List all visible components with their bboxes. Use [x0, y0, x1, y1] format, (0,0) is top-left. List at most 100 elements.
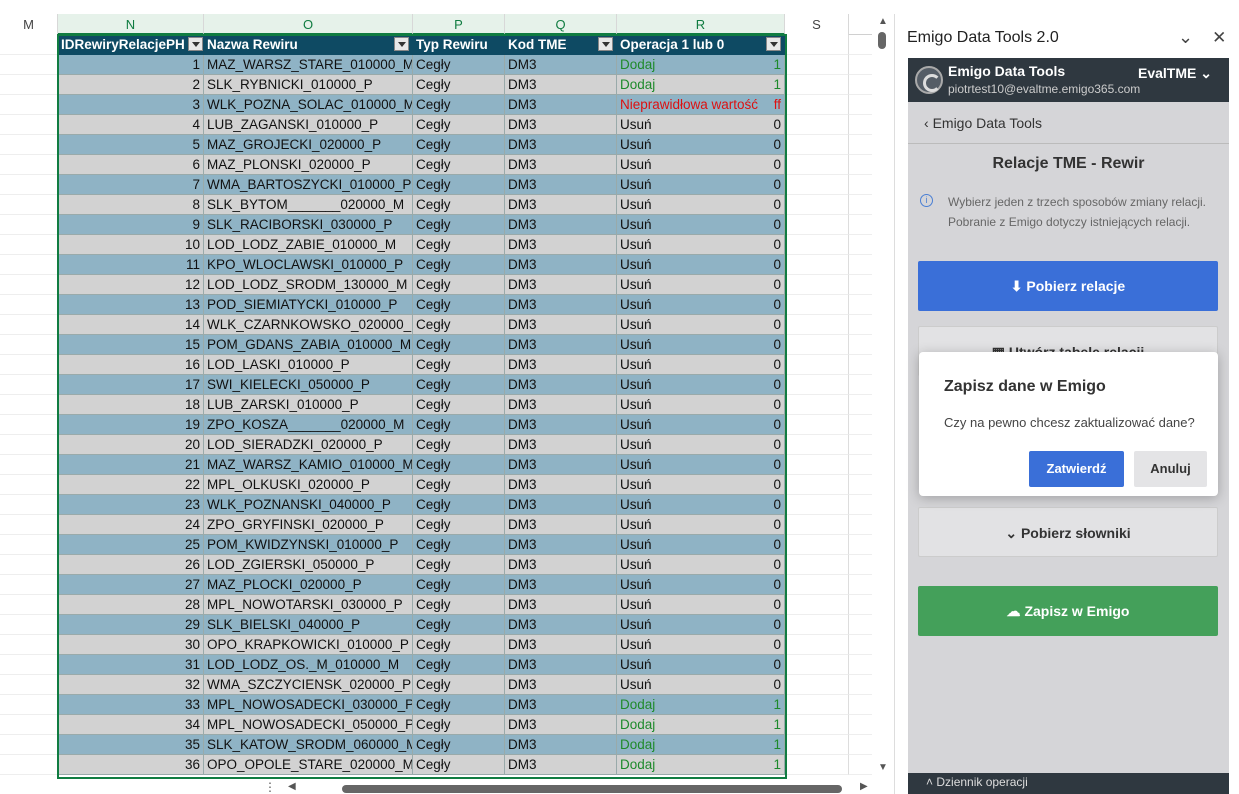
table-cell-operation[interactable]: Usuń 0 — [617, 395, 785, 415]
table-cell[interactable]: MAZ_WARSZ_KAMIO_010000_M — [204, 455, 413, 475]
empty-cell[interactable] — [0, 655, 58, 675]
table-cell[interactable]: DM3 — [505, 355, 617, 375]
empty-cell[interactable] — [0, 95, 58, 115]
empty-cell[interactable] — [849, 755, 872, 775]
empty-cell[interactable] — [0, 195, 58, 215]
save-to-emigo-button[interactable]: ☁ Zapisz w Emigo — [918, 586, 1218, 636]
table-cell[interactable]: Cegły — [413, 195, 505, 215]
column-header-r[interactable]: R — [617, 14, 785, 35]
table-cell[interactable]: DM3 — [505, 115, 617, 135]
table-cell[interactable]: POD_SIEMIATYCKI_010000_P — [204, 295, 413, 315]
table-cell-operation[interactable]: Usuń 0 — [617, 535, 785, 555]
empty-cell[interactable] — [0, 175, 58, 195]
table-cell-operation[interactable]: Usuń 0 — [617, 575, 785, 595]
table-cell[interactable]: DM3 — [505, 55, 617, 75]
table-cell[interactable]: Cegły — [413, 735, 505, 755]
vertical-scrollbar[interactable]: ▲ ▼ — [872, 14, 894, 779]
table-cell[interactable]: DM3 — [505, 155, 617, 175]
table-cell[interactable]: DM3 — [505, 615, 617, 635]
table-cell[interactable]: 21 — [58, 455, 204, 475]
table-cell[interactable]: 12 — [58, 275, 204, 295]
table-cell-operation[interactable]: Usuń 0 — [617, 415, 785, 435]
table-cell[interactable]: SLK_RYBNICKI_010000_P — [204, 75, 413, 95]
table-cell[interactable]: 7 — [58, 175, 204, 195]
table-cell[interactable]: 36 — [58, 755, 204, 775]
empty-cell[interactable] — [0, 375, 58, 395]
table-cell[interactable]: Cegły — [413, 615, 505, 635]
table-cell[interactable]: Cegły — [413, 335, 505, 355]
empty-cell[interactable] — [849, 115, 872, 135]
table-cell[interactable]: WMA_SZCZYCIENSK_020000_P — [204, 675, 413, 695]
empty-cell[interactable] — [0, 75, 58, 95]
empty-cell[interactable] — [849, 335, 872, 355]
filter-dropdown-icon[interactable] — [188, 37, 203, 51]
empty-cell[interactable] — [785, 535, 849, 555]
header-cell[interactable]: Operacja 1 lub 0 — [617, 35, 785, 55]
empty-cell[interactable] — [0, 395, 58, 415]
empty-cell[interactable] — [0, 35, 58, 55]
cancel-button[interactable]: Anuluj — [1134, 451, 1207, 487]
table-cell[interactable]: 32 — [58, 675, 204, 695]
table-cell[interactable]: WLK_POZNANSKI_040000_P — [204, 495, 413, 515]
empty-cell[interactable] — [785, 755, 849, 775]
table-cell[interactable]: 3 — [58, 95, 204, 115]
empty-cell[interactable] — [785, 355, 849, 375]
split-handle-icon[interactable]: ⋮ — [264, 780, 276, 794]
table-cell[interactable]: 15 — [58, 335, 204, 355]
table-cell-operation[interactable]: Usuń 0 — [617, 435, 785, 455]
empty-cell[interactable] — [849, 35, 872, 55]
table-cell[interactable]: Cegły — [413, 495, 505, 515]
empty-cell[interactable] — [849, 355, 872, 375]
empty-cell[interactable] — [785, 395, 849, 415]
table-cell[interactable]: 25 — [58, 535, 204, 555]
empty-cell[interactable] — [785, 335, 849, 355]
empty-cell[interactable] — [849, 295, 872, 315]
table-cell[interactable]: OPO_OPOLE_STARE_020000_M — [204, 755, 413, 775]
table-cell[interactable]: DM3 — [505, 755, 617, 775]
table-cell[interactable]: Cegły — [413, 315, 505, 335]
empty-cell[interactable] — [785, 555, 849, 575]
table-cell-operation[interactable]: Usuń 0 — [617, 315, 785, 335]
table-cell[interactable]: DM3 — [505, 495, 617, 515]
empty-cell[interactable] — [849, 135, 872, 155]
empty-cell[interactable] — [849, 515, 872, 535]
table-cell[interactable]: Cegły — [413, 695, 505, 715]
table-cell[interactable]: LOD_LODZ_ZABIE_010000_M — [204, 235, 413, 255]
empty-cell[interactable] — [849, 435, 872, 455]
empty-cell[interactable] — [849, 175, 872, 195]
empty-cell[interactable] — [849, 555, 872, 575]
empty-cell[interactable] — [785, 195, 849, 215]
empty-cell[interactable] — [0, 475, 58, 495]
empty-cell[interactable] — [785, 615, 849, 635]
table-cell[interactable]: DM3 — [505, 655, 617, 675]
empty-cell[interactable] — [849, 735, 872, 755]
table-cell[interactable]: 26 — [58, 555, 204, 575]
empty-cell[interactable] — [0, 355, 58, 375]
table-cell[interactable]: DM3 — [505, 735, 617, 755]
table-cell-operation[interactable]: Dodaj 1 — [617, 695, 785, 715]
table-cell[interactable]: KPO_WLOCLAWSKI_010000_P — [204, 255, 413, 275]
table-cell[interactable]: 34 — [58, 715, 204, 735]
table-cell[interactable]: 19 — [58, 415, 204, 435]
empty-cell[interactable] — [849, 635, 872, 655]
scroll-down-icon[interactable]: ▼ — [878, 762, 888, 773]
empty-cell[interactable] — [849, 455, 872, 475]
table-cell[interactable]: Cegły — [413, 115, 505, 135]
table-cell[interactable]: LOD_LODZ_SRODM_130000_M — [204, 275, 413, 295]
table-cell-operation[interactable]: Dodaj 1 — [617, 55, 785, 75]
empty-cell[interactable] — [785, 215, 849, 235]
empty-cell[interactable] — [785, 495, 849, 515]
table-cell[interactable]: DM3 — [505, 435, 617, 455]
empty-cell[interactable] — [785, 255, 849, 275]
table-cell[interactable]: 4 — [58, 115, 204, 135]
empty-cell[interactable] — [0, 435, 58, 455]
table-cell[interactable]: Cegły — [413, 435, 505, 455]
table-cell[interactable]: Cegły — [413, 75, 505, 95]
table-cell-operation[interactable]: Usuń 0 — [617, 355, 785, 375]
empty-cell[interactable] — [785, 655, 849, 675]
table-cell-operation[interactable]: Usuń 0 — [617, 375, 785, 395]
table-cell-operation[interactable]: Usuń 0 — [617, 635, 785, 655]
empty-cell[interactable] — [849, 675, 872, 695]
table-cell-operation[interactable]: Dodaj 1 — [617, 755, 785, 775]
table-cell[interactable]: LUB_ZARSKI_010000_P — [204, 395, 413, 415]
